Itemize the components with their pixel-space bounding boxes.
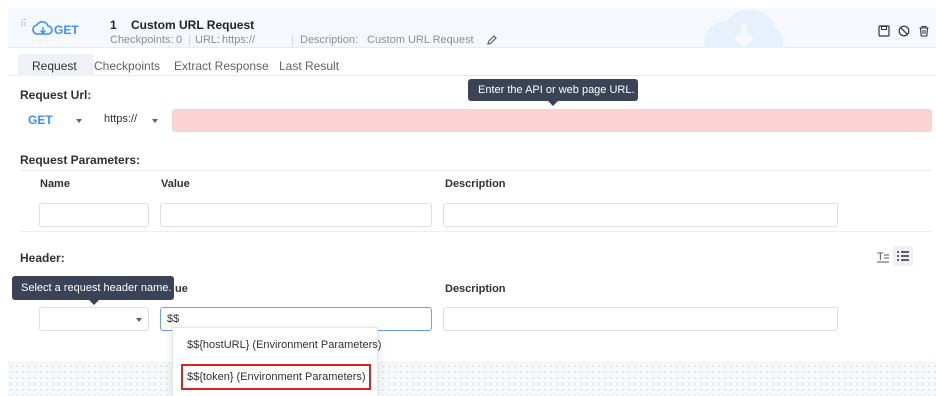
url-input[interactable] [172, 109, 932, 132]
tooltip-arrow [89, 300, 99, 305]
protocol-select[interactable]: https:// [96, 110, 168, 130]
meta-divider [292, 35, 293, 46]
step-number: 1 [110, 18, 117, 32]
step-name: Custom URL Request [131, 18, 255, 32]
url-tooltip: Enter the API or web page URL. [468, 79, 638, 106]
suggestion-item[interactable]: $${hostURL} (Environment Parameters) [187, 339, 381, 351]
url-label: URL: [195, 34, 221, 46]
tab-checkpoints[interactable]: Checkpoints [94, 59, 160, 73]
drag-handle-icon[interactable]: ⠿ [20, 20, 28, 34]
tooltip-arrow [548, 101, 558, 106]
chevron-down-icon [152, 119, 158, 123]
tab-bar: Request Checkpoints Extract Response Las… [8, 54, 936, 76]
svg-text:T: T [877, 251, 884, 263]
request-url-title: Request Url: [20, 88, 92, 102]
tab-request[interactable]: Request [32, 59, 77, 73]
method-tag: GET [54, 23, 79, 37]
param-description-input[interactable] [443, 203, 838, 227]
autocomplete-dropdown: $${hostURL} (Environment Parameters) $${… [172, 327, 381, 396]
params-col-name: Name [40, 178, 70, 190]
cloud-icon [32, 21, 53, 35]
params-col-description: Description [445, 178, 506, 190]
url-tooltip-text: Enter the API or web page URL. [478, 84, 635, 96]
tab-last-result[interactable]: Last Result [279, 59, 339, 73]
chevron-down-icon [76, 119, 82, 123]
header-description-input[interactable] [443, 307, 838, 331]
delete-icon[interactable] [918, 25, 930, 37]
text-mode-icon[interactable]: T [876, 249, 890, 263]
header-name-tooltip-text: Select a request header name. [21, 282, 172, 294]
description-value: Custom URL Request [367, 34, 474, 46]
table-divider [20, 170, 932, 171]
protocol-select-value: https:// [104, 113, 138, 125]
meta-divider [189, 35, 190, 46]
save-icon[interactable] [878, 25, 890, 37]
list-mode-toggle[interactable] [893, 246, 913, 266]
cloud-icon [704, 10, 784, 48]
disable-icon[interactable] [898, 25, 910, 37]
header-col-description: Description [445, 283, 506, 295]
description-label: Description: [300, 34, 359, 46]
canvas-background [8, 362, 936, 396]
tab-extract-response[interactable]: Extract Response [174, 59, 269, 73]
params-col-value: Value [161, 178, 190, 190]
header-name-tooltip: Select a request header name. [12, 276, 174, 305]
list-mode-icon [897, 251, 909, 261]
checkpoints-value: 0 [176, 34, 183, 46]
edit-icon[interactable] [486, 34, 498, 46]
step-header[interactable]: ⠿ GET 1 Custom URL Request Checkpoints: … [8, 8, 936, 48]
chevron-down-icon [136, 318, 142, 322]
param-name-input[interactable] [39, 203, 149, 227]
method-select[interactable]: GET [20, 110, 92, 130]
method-select-value: GET [28, 113, 53, 127]
header-col-value: ue [175, 283, 188, 295]
table-divider [20, 231, 932, 232]
header-title: Header: [20, 251, 65, 265]
checkpoints-label: Checkpoints: [110, 34, 174, 46]
url-value: https:// [222, 34, 256, 46]
request-params-title: Request Parameters: [20, 153, 141, 167]
header-value-text: $$ [167, 313, 180, 325]
header-name-select[interactable] [39, 307, 149, 331]
suggestion-item[interactable]: $${token} (Environment Parameters) [187, 371, 366, 383]
param-value-input[interactable] [160, 203, 432, 227]
